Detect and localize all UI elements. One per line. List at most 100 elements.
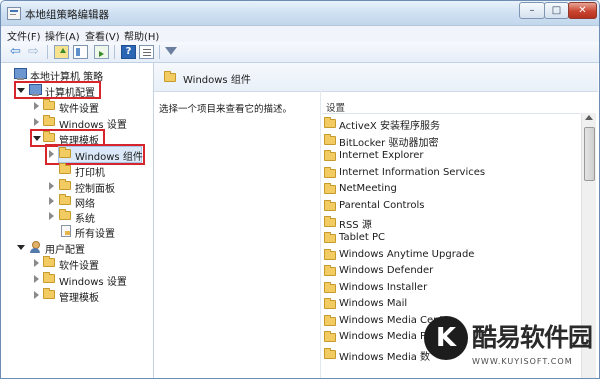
folder-icon — [324, 216, 336, 227]
toolbar-separator — [159, 45, 160, 59]
title-bar[interactable]: 本地组策略编辑器 – □ ✕ — [1, 1, 599, 26]
tree-label: 管理模板 — [59, 293, 99, 304]
up-folder-icon[interactable] — [54, 45, 69, 59]
expander-closed-icon[interactable] — [49, 197, 58, 205]
expander-closed-icon[interactable] — [34, 102, 43, 110]
tree-label: Windows 设置 — [59, 277, 127, 288]
tree-label: 系统 — [75, 214, 95, 225]
close-button[interactable]: ✕ — [568, 2, 597, 19]
pane-divider — [320, 91, 321, 378]
tree-label: 网络 — [75, 199, 95, 210]
toolbar-separator — [114, 45, 115, 59]
expander-closed-icon[interactable] — [34, 291, 43, 299]
list-item[interactable]: NetMeeting — [324, 182, 579, 198]
all-settings-icon — [61, 225, 71, 237]
tree-item-local-policy[interactable]: 本地计算机 策略 — [2, 67, 152, 83]
list-item[interactable]: Windows Mail — [324, 297, 579, 313]
computer-config-icon — [29, 84, 42, 96]
folder-icon — [59, 147, 71, 158]
expander-closed-icon[interactable] — [34, 259, 43, 267]
list-item-label: NetMeeting — [339, 183, 397, 194]
tree-label: 控制面板 — [75, 184, 115, 195]
tree-item-computer-config[interactable]: 计算机配置 — [2, 83, 152, 99]
help-icon[interactable]: ? — [121, 45, 136, 59]
description-text: 选择一个项目来查看它的描述。 — [159, 104, 293, 115]
folder-icon — [324, 134, 336, 145]
folder-icon — [324, 298, 336, 309]
folder-icon — [59, 194, 71, 205]
forward-arrow-icon[interactable]: ⇨ — [26, 45, 41, 59]
folder-icon — [324, 150, 336, 161]
minimize-button[interactable]: – — [519, 2, 545, 19]
tree-item-printers[interactable]: 打印机 — [2, 163, 152, 179]
expander-open-icon[interactable] — [33, 136, 41, 145]
list-item[interactable]: Windows Defender — [324, 264, 579, 280]
folder-icon — [324, 331, 336, 342]
export-list-icon[interactable] — [94, 45, 109, 59]
watermark-url: WWW.KUYISOFT.COM — [472, 357, 573, 366]
folder-icon — [43, 288, 55, 299]
tree-label: 软件设置 — [59, 261, 99, 272]
expander-closed-icon[interactable] — [34, 118, 43, 126]
list-item-label: Windows Media 数 — [339, 352, 431, 363]
user-config-icon — [29, 241, 42, 253]
menu-help[interactable]: 帮助(H) — [124, 28, 159, 43]
list-item[interactable]: ActiveX 安装程序服务 — [324, 116, 579, 132]
folder-icon — [324, 167, 336, 178]
folder-icon — [324, 183, 336, 194]
menu-file[interactable]: 文件(F) — [7, 28, 41, 43]
list-item[interactable]: Internet Information Services — [324, 166, 579, 182]
filter-icon[interactable] — [165, 47, 177, 61]
list-item[interactable]: Parental Controls — [324, 199, 579, 215]
expander-closed-icon[interactable] — [49, 212, 58, 220]
list-item[interactable]: RSS 源 — [324, 215, 579, 231]
list-item[interactable]: Internet Explorer — [324, 149, 579, 165]
watermark-text: 酷易软件园 — [472, 323, 593, 352]
show-hide-tree-icon[interactable] — [73, 45, 88, 59]
tree-item-user-config[interactable]: 用户配置 — [2, 240, 152, 256]
tree-item-control-panel[interactable]: 控制面板 — [2, 179, 152, 195]
folder-icon — [164, 71, 176, 82]
tree-label: Windows 组件 — [75, 152, 143, 163]
navigation-tree: 本地计算机 策略 计算机配置 软件设置 Windows 设置 管理模板 Wind… — [2, 63, 154, 378]
tree-item-system[interactable]: 系统 — [2, 209, 152, 225]
computer-icon — [14, 68, 27, 80]
menu-bar: 文件(F) 操作(A) 查看(V) 帮助(H) — [1, 26, 599, 43]
list-item[interactable]: Windows Installer — [324, 281, 579, 297]
properties-icon[interactable] — [139, 45, 154, 59]
watermark: K 酷易软件园 WWW.KUYISOFT.COM — [424, 316, 600, 379]
toolbar-separator — [47, 45, 48, 59]
list-item-label: Internet Information Services — [339, 167, 486, 178]
menu-view[interactable]: 查看(V) — [85, 28, 120, 43]
tree-item-user-windows-settings[interactable]: Windows 设置 — [2, 272, 152, 288]
tree-item-windows-components[interactable]: Windows 组件 — [2, 147, 152, 163]
maximize-button[interactable]: □ — [544, 2, 569, 19]
menu-action[interactable]: 操作(A) — [45, 28, 80, 43]
tree-item-software-settings[interactable]: 软件设置 — [2, 99, 152, 115]
expander-closed-icon[interactable] — [49, 182, 58, 190]
tree-item-user-software-settings[interactable]: 软件设置 — [2, 256, 152, 272]
expander-closed-icon[interactable] — [49, 150, 58, 158]
tree-item-all-settings[interactable]: 所有设置 — [2, 224, 152, 240]
tree-item-user-admin-templates[interactable]: 管理模板 — [2, 288, 152, 304]
folder-icon — [324, 315, 336, 326]
column-header-setting[interactable]: 设置 — [322, 99, 580, 114]
folder-icon — [59, 209, 71, 220]
scroll-up-icon[interactable] — [585, 115, 593, 120]
expander-closed-icon[interactable] — [34, 275, 43, 283]
scroll-thumb[interactable] — [584, 127, 595, 181]
list-item-label: BitLocker 驱动器加密 — [339, 138, 439, 149]
folder-icon — [324, 348, 336, 359]
folder-icon — [324, 265, 336, 276]
list-item[interactable]: Windows Anytime Upgrade — [324, 248, 579, 264]
back-arrow-icon[interactable]: ⇦ — [8, 45, 23, 59]
folder-icon — [43, 256, 55, 267]
list-item[interactable]: BitLocker 驱动器加密 — [324, 133, 579, 149]
tree-item-windows-settings[interactable]: Windows 设置 — [2, 115, 152, 131]
list-item[interactable]: Tablet PC — [324, 231, 579, 247]
list-item-label: Windows Installer — [339, 282, 428, 293]
expander-open-icon[interactable] — [17, 245, 25, 254]
details-header: Windows 组件 — [154, 63, 598, 92]
expander-open-icon[interactable] — [17, 88, 25, 97]
tree-item-network[interactable]: 网络 — [2, 194, 152, 210]
